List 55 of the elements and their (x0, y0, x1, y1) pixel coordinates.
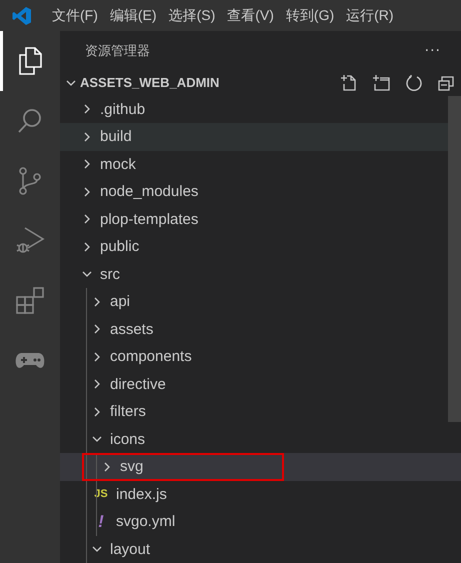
chevron-icon[interactable] (92, 434, 102, 444)
chevron-icon[interactable] (92, 324, 102, 334)
tree-item[interactable]: api (60, 288, 448, 316)
tree-item[interactable]: public (60, 233, 448, 260)
tree-item[interactable]: build (60, 123, 448, 150)
tree-item[interactable]: directive (60, 370, 448, 398)
files-icon (17, 47, 43, 75)
chevron-icon[interactable] (92, 406, 102, 417)
chevron-icon[interactable] (82, 214, 92, 224)
tree-item[interactable]: src (60, 260, 448, 288)
tree-item[interactable]: layout (60, 536, 448, 563)
tree-item[interactable]: .github (60, 96, 448, 123)
tree-item[interactable]: components (60, 343, 448, 370)
chevron-icon[interactable] (82, 132, 92, 142)
tree-item[interactable]: svg (60, 453, 461, 480)
chevron-icon[interactable] (92, 544, 102, 554)
chevron-icon[interactable] (82, 242, 92, 252)
chevron-icon[interactable] (82, 186, 92, 197)
chevron-icon[interactable] (92, 296, 102, 307)
tree-item[interactable]: assets (60, 316, 448, 343)
scrollbar[interactable] (448, 96, 461, 422)
code-logo-icon (12, 6, 32, 26)
tree-item[interactable]: mock (60, 150, 448, 178)
chevron-icon[interactable] (82, 159, 92, 170)
tree-item[interactable]: JS index.js (60, 480, 448, 508)
more-actions-button[interactable]: ··· (424, 42, 441, 59)
tree-item[interactable]: ! svgo.yml (60, 508, 448, 536)
menu-item[interactable]: 选择(S) (168, 6, 216, 24)
tree-item[interactable]: filters (60, 398, 448, 426)
menu-item[interactable]: 查看(V) (227, 6, 274, 24)
menu-item[interactable]: 文件(F) (52, 6, 98, 24)
tree-item[interactable]: plop-templates (60, 206, 448, 233)
chevron-icon[interactable] (102, 462, 112, 472)
branch-icon (18, 166, 42, 196)
project-root-label[interactable]: ASSETS_WEB_ADMIN (80, 75, 220, 90)
tree-item[interactable]: icons (60, 426, 448, 453)
new-file-icon[interactable] (339, 74, 357, 92)
chevron-icon[interactable] (82, 269, 92, 280)
new-folder-icon[interactable] (371, 74, 391, 92)
chevron-icon[interactable] (82, 104, 92, 114)
search-icon (17, 107, 43, 135)
yml-file-icon: ! (94, 512, 108, 532)
panel-title: 资源管理器 (85, 42, 150, 60)
collapse-all-icon[interactable] (437, 74, 455, 92)
chevron-icon[interactable] (92, 352, 102, 362)
tree-item[interactable]: node_modules (60, 178, 448, 206)
chevron-icon[interactable] (92, 379, 102, 390)
menu-item[interactable]: 编辑(E) (110, 6, 157, 24)
menu-item[interactable]: 转到(G) (286, 6, 334, 24)
js-file-icon: JS (94, 488, 108, 500)
refresh-icon[interactable] (405, 74, 423, 92)
chevron-icon[interactable] (66, 78, 76, 88)
extensions-icon (15, 286, 45, 316)
gamepad-icon (15, 352, 45, 370)
menu-item[interactable]: 运行(R) (346, 6, 394, 24)
